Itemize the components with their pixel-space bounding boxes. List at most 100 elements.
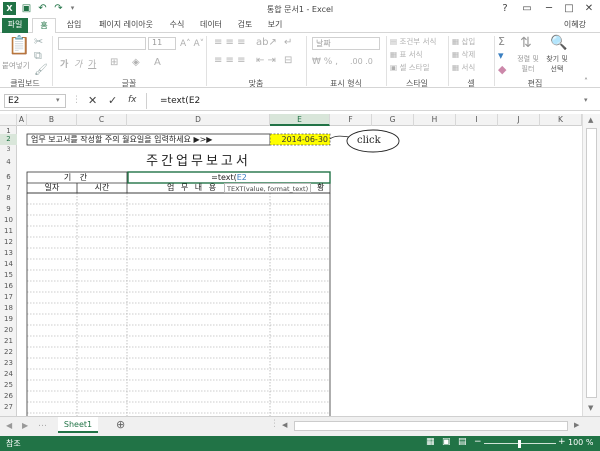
page-break-view-icon[interactable]: ▤	[458, 437, 467, 447]
sheet-overflow-icon[interactable]: …	[38, 419, 47, 429]
scrollbar-thumb[interactable]	[586, 128, 597, 398]
next-sheet-icon[interactable]: ▶	[22, 421, 28, 430]
column-header-i[interactable]: I	[456, 114, 498, 126]
user-name[interactable]: 이혜강	[564, 19, 586, 30]
column-header-e[interactable]: E	[270, 114, 330, 126]
border-icon[interactable]: ⊞	[110, 57, 118, 68]
formula-input[interactable]: =text(E2	[160, 96, 200, 106]
tab-insert[interactable]: 삽입	[60, 18, 88, 33]
column-header-f[interactable]: F	[330, 114, 372, 126]
expand-formula-icon[interactable]: ▾	[584, 96, 588, 104]
formula-options-icon[interactable]: ⋮	[72, 95, 81, 105]
wrap-text-icon[interactable]: ↵	[284, 37, 292, 48]
tab-review[interactable]: 검토	[232, 18, 258, 33]
underline-icon[interactable]: 가	[88, 57, 96, 70]
align-top-icon[interactable]: ≡ ≡ ≡	[214, 37, 246, 48]
new-sheet-icon[interactable]: ⊕	[116, 418, 125, 431]
name-box-dropdown-icon[interactable]: ▾	[56, 96, 60, 104]
insert-cells-button[interactable]: ▦ 삽입	[452, 36, 475, 47]
sort-filter-icon[interactable]: ⇅	[520, 35, 532, 51]
column-header-j[interactable]: J	[498, 114, 540, 126]
scroll-down-icon[interactable]: ▼	[588, 404, 593, 412]
cut-icon[interactable]: ✂	[34, 35, 43, 48]
row-header-7[interactable]: 7	[0, 183, 17, 193]
column-header-k[interactable]: K	[540, 114, 582, 126]
horizontal-scrollbar-thumb[interactable]	[294, 421, 568, 431]
row-header-25[interactable]: 25	[0, 380, 17, 391]
italic-icon[interactable]: 가	[74, 57, 82, 70]
row-header-6[interactable]: 6	[0, 172, 17, 183]
column-header-b[interactable]: B	[27, 114, 77, 126]
close-button[interactable]: ✕	[578, 0, 600, 18]
font-name-box[interactable]	[58, 37, 146, 50]
scroll-right-icon[interactable]: ▶	[574, 421, 579, 429]
find-select-icon[interactable]: 🔍	[550, 35, 567, 51]
delete-cells-button[interactable]: ▦ 삭제	[452, 49, 475, 60]
column-header-a[interactable]: A	[17, 114, 27, 126]
row-header-12[interactable]: 12	[0, 237, 17, 248]
autosum-icon[interactable]: Σ	[498, 35, 505, 48]
time-column-header[interactable]: 시간	[77, 183, 127, 193]
row-header-23[interactable]: 23	[0, 358, 17, 369]
row-header-4[interactable]: 4	[0, 153, 17, 171]
cell-styles-button[interactable]: ▣ 셀 스타일	[390, 62, 429, 73]
row-header-14[interactable]: 14	[0, 259, 17, 270]
merge-center-icon[interactable]: ⊟	[284, 55, 292, 66]
vertical-scrollbar[interactable]: ▲ ▼	[582, 114, 600, 416]
row-header-20[interactable]: 20	[0, 325, 17, 336]
tab-data[interactable]: 데이터	[194, 18, 228, 33]
format-cells-button[interactable]: ▦ 서식	[452, 62, 475, 73]
font-size-box[interactable]: 11	[148, 37, 176, 50]
orientation-icon[interactable]: ab↗	[256, 37, 277, 48]
prev-sheet-icon[interactable]: ◀	[6, 421, 12, 430]
normal-view-icon[interactable]: ▦	[426, 437, 435, 447]
row-header-3[interactable]: 3	[0, 145, 17, 153]
tab-page-layout[interactable]: 페이지 레이아웃	[92, 18, 160, 33]
row-header-21[interactable]: 21	[0, 336, 17, 347]
task-column-header[interactable]: 업 무 내 용	[167, 183, 218, 193]
row-header-17[interactable]: 17	[0, 292, 17, 303]
cancel-formula-icon[interactable]: ✕	[88, 94, 97, 107]
page-layout-view-icon[interactable]: ▣	[442, 437, 451, 447]
report-title[interactable]: 주간업무보고서	[127, 153, 270, 171]
paste-icon[interactable]: 📋	[8, 35, 30, 56]
date-column-header[interactable]: 일자	[27, 183, 77, 193]
row-header-1[interactable]: 1	[0, 126, 17, 135]
insert-function-icon[interactable]: fx	[128, 95, 137, 105]
period-header[interactable]: 기 간	[27, 172, 127, 183]
row-header-26[interactable]: 26	[0, 391, 17, 402]
conditional-format-button[interactable]: ▤ 조건부 서식	[390, 36, 436, 47]
font-color-icon[interactable]: A	[154, 57, 161, 68]
row-header-13[interactable]: 13	[0, 248, 17, 259]
paste-label[interactable]: 붙여넣기	[2, 60, 30, 71]
zoom-slider-thumb[interactable]	[518, 440, 521, 448]
date-input-cell[interactable]: 2014-06-30	[270, 134, 330, 145]
decimal-icon[interactable]: .00 .0	[350, 57, 373, 66]
indent-icon[interactable]: ⇤ ⇥	[256, 55, 276, 66]
split-handle-icon[interactable]: ⋮	[270, 419, 279, 429]
maximize-button[interactable]: □	[558, 0, 580, 18]
worksheet-grid[interactable]: 업무 보고서를 작성할 주의 월요일을 입력하세요 ▶>▶ 2014-06-30…	[17, 126, 582, 416]
fill-icon[interactable]: ▾	[498, 49, 504, 62]
row-header-24[interactable]: 24	[0, 369, 17, 380]
zoom-in-icon[interactable]: +	[558, 437, 566, 447]
grow-font-icon[interactable]: A˄ A˅	[180, 39, 204, 49]
zoom-out-icon[interactable]: −	[474, 437, 482, 447]
tab-view[interactable]: 보기	[262, 18, 288, 33]
clear-icon[interactable]: ◆	[498, 63, 506, 76]
column-header-h[interactable]: H	[414, 114, 456, 126]
row-header-2[interactable]: 2	[0, 134, 17, 145]
fill-color-icon[interactable]: ◈	[132, 57, 140, 68]
tab-file[interactable]: 파일	[2, 18, 28, 33]
sheet-tab-sheet1[interactable]: Sheet1	[58, 417, 98, 433]
tab-formulas[interactable]: 수식	[164, 18, 190, 33]
copy-icon[interactable]: ⧉	[34, 49, 42, 63]
sort-filter-button[interactable]: 정렬 및 필터	[516, 54, 540, 74]
instruction-text[interactable]: 업무 보고서를 작성할 주의 월요일을 입력하세요 ▶>▶	[31, 134, 212, 145]
tab-home[interactable]: 홈	[32, 18, 56, 34]
number-format-box[interactable]: 날짜	[312, 37, 380, 50]
column-header-g[interactable]: G	[372, 114, 414, 126]
column-header-d[interactable]: D	[127, 114, 270, 126]
editing-cell[interactable]: =text(E2	[128, 172, 330, 183]
row-header-11[interactable]: 11	[0, 226, 17, 237]
